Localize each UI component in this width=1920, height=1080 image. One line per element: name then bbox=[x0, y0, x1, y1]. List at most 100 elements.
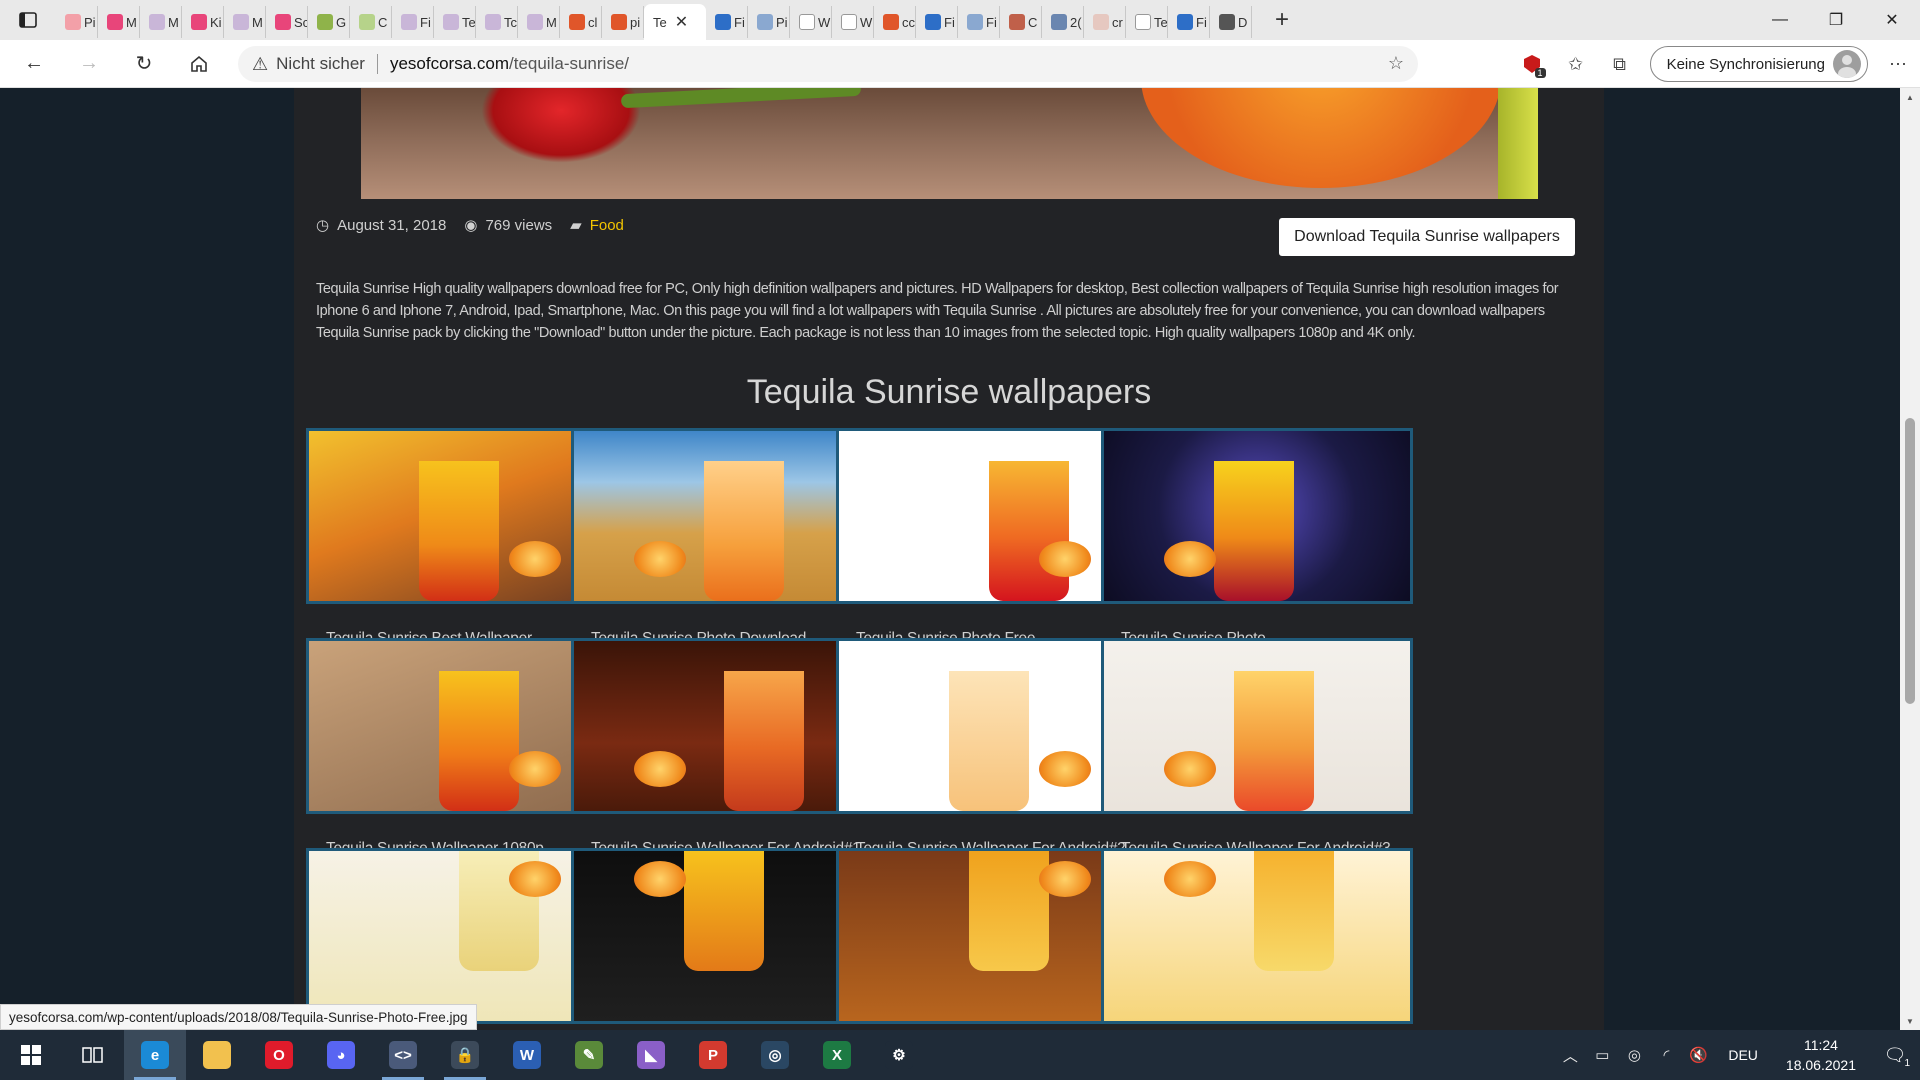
wallpaper-thumbnail[interactable] bbox=[1101, 428, 1413, 604]
taskbar-app-button[interactable] bbox=[186, 1030, 248, 1080]
url-path[interactable]: /tequila-sunrise/ bbox=[509, 54, 629, 74]
browser-tab[interactable]: cc bbox=[874, 6, 916, 38]
browser-tab[interactable]: G bbox=[308, 6, 350, 38]
browser-tab[interactable]: D bbox=[1210, 6, 1252, 38]
taskbar-app-button[interactable]: <> bbox=[372, 1030, 434, 1080]
warning-icon[interactable]: ⚠ bbox=[252, 54, 268, 75]
taskbar-app-button[interactable]: ⚙ bbox=[868, 1030, 930, 1080]
browser-tab[interactable]: Fi bbox=[916, 6, 958, 38]
reload-button[interactable]: ↻ bbox=[123, 46, 165, 82]
browser-tab[interactable]: cr bbox=[1084, 6, 1126, 38]
settings-menu-button[interactable]: ⋯ bbox=[1876, 46, 1920, 82]
browser-tab[interactable]: W bbox=[790, 6, 832, 38]
new-tab-button[interactable]: + bbox=[1262, 0, 1302, 40]
navigation-bar: ← → ↻ ⚠ Nicht sicher yesofcorsa.com /teq… bbox=[0, 40, 1920, 88]
wallpaper-image bbox=[839, 641, 1145, 811]
taskbar-app-button[interactable]: ◣ bbox=[620, 1030, 682, 1080]
active-browser-tab[interactable]: Te ✕ bbox=[644, 4, 706, 40]
input-language[interactable]: DEU bbox=[1714, 1047, 1772, 1063]
taskbar-app-button[interactable]: ◎ bbox=[744, 1030, 806, 1080]
tab-favicon-icon bbox=[799, 14, 815, 30]
taskbar-app-button[interactable]: O bbox=[248, 1030, 310, 1080]
extension-button[interactable]: 1 bbox=[1510, 46, 1554, 82]
browser-tab[interactable]: Fi bbox=[958, 6, 1000, 38]
orange-slice bbox=[1164, 861, 1216, 897]
taskbar-app-button[interactable]: P bbox=[682, 1030, 744, 1080]
post-date-text: August 31, 2018 bbox=[337, 216, 447, 234]
scroll-up-arrow-icon[interactable]: ▲ bbox=[1900, 88, 1920, 106]
browser-tab[interactable]: Te bbox=[1126, 6, 1168, 38]
wallpaper-image bbox=[574, 851, 880, 1021]
browser-tab[interactable]: M bbox=[140, 6, 182, 38]
browser-tab[interactable]: Pi bbox=[748, 6, 790, 38]
browser-tab[interactable]: M bbox=[98, 6, 140, 38]
battery-icon[interactable]: ▭ bbox=[1586, 1030, 1618, 1080]
minimize-button[interactable]: — bbox=[1752, 0, 1808, 40]
notification-center-button[interactable]: 🗨 1 bbox=[1870, 1030, 1920, 1080]
task-view-button[interactable] bbox=[62, 1030, 124, 1080]
address-bar[interactable]: ⚠ Nicht sicher yesofcorsa.com /tequila-s… bbox=[238, 46, 1418, 82]
sync-profile-button[interactable]: Keine Synchronisierung bbox=[1649, 46, 1868, 82]
tab-label: Te bbox=[462, 14, 476, 30]
browser-tab[interactable]: 2( bbox=[1042, 6, 1084, 38]
browser-tab[interactable]: Sc bbox=[266, 6, 308, 38]
scrollbar-thumb[interactable] bbox=[1905, 418, 1915, 704]
favorites-button[interactable]: ✩ bbox=[1554, 46, 1598, 82]
taskbar-app-button[interactable]: X bbox=[806, 1030, 868, 1080]
browser-tab[interactable]: Te bbox=[434, 6, 476, 38]
wallpaper-card[interactable]: Tequila Sunrise Wallpaper For Android#3 bbox=[1101, 638, 1413, 858]
volume-muted-icon[interactable]: 🔇 bbox=[1682, 1030, 1714, 1080]
post-category[interactable]: ▰ Food bbox=[570, 216, 624, 235]
wallpaper-image bbox=[839, 851, 1145, 1021]
url-host[interactable]: yesofcorsa.com bbox=[390, 54, 509, 74]
add-favorite-icon[interactable]: ☆ bbox=[1388, 53, 1404, 74]
browser-tab[interactable]: cl bbox=[560, 6, 602, 38]
browser-tab[interactable]: Ki bbox=[182, 6, 224, 38]
taskbar-clock[interactable]: 11:24 18.06.2021 bbox=[1772, 1035, 1870, 1075]
forward-button[interactable]: → bbox=[68, 46, 110, 82]
taskbar-app-button[interactable]: 🔒 bbox=[434, 1030, 496, 1080]
steam-tray-icon[interactable]: ◎ bbox=[1618, 1030, 1650, 1080]
browser-tab[interactable]: M bbox=[518, 6, 560, 38]
start-button[interactable] bbox=[0, 1030, 62, 1080]
browser-tab[interactable]: W bbox=[832, 6, 874, 38]
browser-tab[interactable]: pi bbox=[602, 6, 644, 38]
scroll-down-arrow-icon[interactable]: ▼ bbox=[1900, 1012, 1920, 1030]
taskbar-app-button[interactable]: W bbox=[496, 1030, 558, 1080]
restore-button[interactable]: ❐ bbox=[1808, 0, 1864, 40]
tab-actions-button[interactable] bbox=[0, 0, 56, 40]
home-button[interactable] bbox=[178, 46, 220, 82]
tab-label: Fi bbox=[1196, 14, 1207, 30]
browser-tab[interactable]: Tc bbox=[476, 6, 518, 38]
show-hidden-icons-chevron-icon[interactable]: ︿ bbox=[1554, 1030, 1586, 1080]
extension-badge: 1 bbox=[1534, 68, 1546, 78]
download-wallpapers-button[interactable]: Download Tequila Sunrise wallpapers bbox=[1279, 218, 1575, 256]
back-button[interactable]: ← bbox=[13, 46, 55, 82]
network-icon[interactable]: ◜ bbox=[1650, 1030, 1682, 1080]
hero-image[interactable] bbox=[361, 88, 1538, 199]
tab-favicon-icon bbox=[401, 14, 417, 30]
taskbar-app-button[interactable]: ✎ bbox=[558, 1030, 620, 1080]
page-scrollbar[interactable]: ▲ ▼ bbox=[1900, 88, 1920, 1030]
browser-tab[interactable]: Fi bbox=[1168, 6, 1210, 38]
close-window-button[interactable]: ✕ bbox=[1864, 0, 1920, 40]
taskbar-app-button[interactable]: e bbox=[124, 1030, 186, 1080]
category-link[interactable]: Food bbox=[590, 217, 624, 234]
browser-tab[interactable]: M bbox=[224, 6, 266, 38]
wallpaper-thumbnail[interactable] bbox=[1101, 848, 1413, 1024]
wallpaper-thumbnail[interactable] bbox=[1101, 638, 1413, 814]
security-label[interactable]: Nicht sicher bbox=[276, 54, 365, 74]
browser-tab[interactable]: C bbox=[1000, 6, 1042, 38]
browser-tab[interactable]: Fi bbox=[392, 6, 434, 38]
collections-button[interactable]: ⧉ bbox=[1598, 46, 1642, 82]
back-arrow-icon: ← bbox=[24, 52, 44, 74]
close-tab-icon[interactable]: ✕ bbox=[675, 12, 688, 32]
tab-label: Fi bbox=[734, 14, 745, 30]
browser-tab[interactable]: Fi bbox=[706, 6, 748, 38]
tab-label: M bbox=[126, 14, 137, 30]
wallpaper-card[interactable]: Tequila Sunrise Photo bbox=[1101, 428, 1413, 648]
wallpaper-card[interactable] bbox=[1101, 848, 1413, 1024]
browser-tab[interactable]: C bbox=[350, 6, 392, 38]
taskbar-app-button[interactable]: ◕ bbox=[310, 1030, 372, 1080]
browser-tab[interactable]: Pi bbox=[56, 6, 98, 38]
